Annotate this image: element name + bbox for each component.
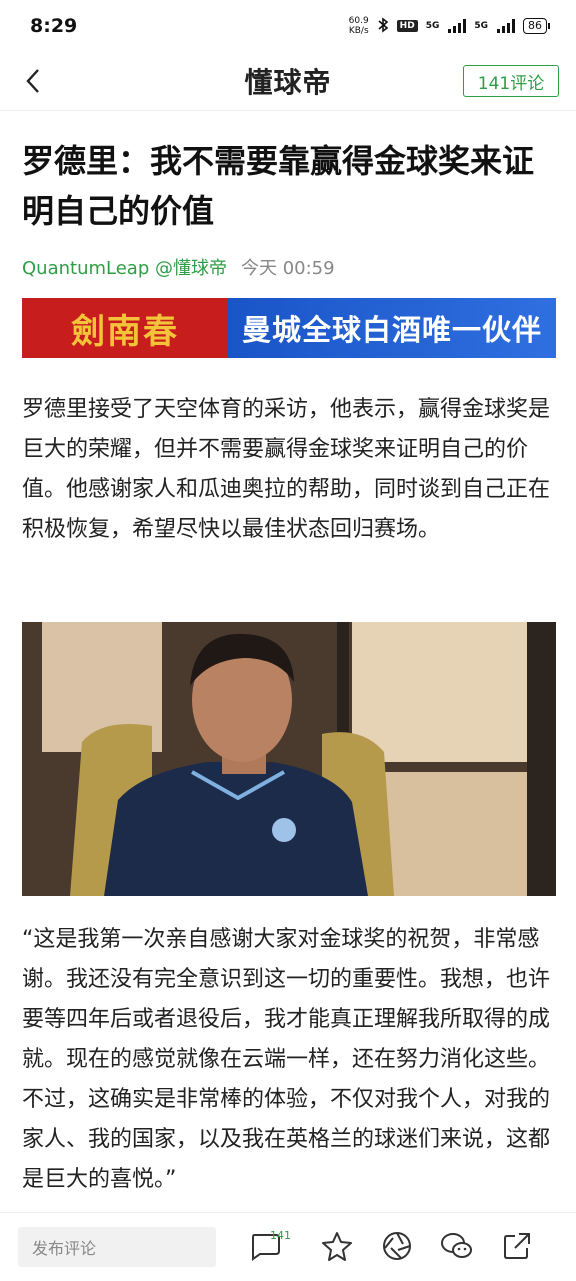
comment-count-badge: 141	[270, 1229, 291, 1242]
share-arrow-icon	[504, 1233, 530, 1259]
network-label-2: 5G	[474, 21, 488, 31]
article-paragraph: 罗德里接受了天空体育的采访，他表示，赢得金球奖是巨大的荣耀，但并不需要赢得金球奖…	[22, 397, 551, 542]
status-time: 8:29	[30, 15, 78, 37]
comment-input[interactable]: 发布评论	[18, 1227, 216, 1267]
battery-icon: 86	[523, 18, 550, 34]
article-quote-paragraph: “这是我第一次亲自感谢大家对金球奖的祝贺，非常感谢。我还没有完全意识到这一切的重…	[22, 927, 551, 1192]
ad-slogan: 曼城全球白酒唯一伙伴	[228, 298, 556, 358]
byline: QuantumLeap @懂球帝 今天 00:59	[22, 254, 335, 280]
battery-level: 86	[523, 18, 547, 34]
article-photo[interactable]	[22, 622, 556, 896]
author-link[interactable]: QuantumLeap @懂球帝	[22, 254, 227, 280]
ad-banner[interactable]: 劍南春 曼城全球白酒唯一伙伴	[22, 298, 556, 358]
signal-icon	[448, 19, 467, 33]
app-header: 懂球帝 141评论	[0, 52, 576, 111]
favorite-button[interactable]	[320, 1229, 354, 1263]
bluetooth-icon	[377, 16, 389, 36]
status-bar: 8:29 60.9 KB/s HD 5G 5G 86	[0, 0, 576, 52]
network-speed-value: 60.9	[348, 16, 369, 26]
share-button[interactable]	[500, 1229, 534, 1263]
comment-count-button[interactable]: 141评论	[463, 65, 559, 97]
star-icon	[322, 1232, 352, 1261]
share-moments-button[interactable]	[380, 1229, 414, 1263]
publish-time: 今天 00:59	[240, 258, 335, 279]
camera-aperture-icon	[383, 1232, 411, 1260]
network-label-1: 5G	[425, 21, 440, 31]
hd-badge: HD	[396, 20, 418, 32]
player-portrait-image	[22, 622, 556, 896]
share-wechat-button[interactable]	[440, 1229, 474, 1263]
ad-brand-logo: 劍南春	[22, 298, 228, 358]
signal-icon-2	[497, 19, 515, 33]
bottom-action-bar: 发布评论 141	[0, 1212, 576, 1281]
chevron-left-icon	[26, 69, 39, 93]
network-speed-unit: KB/s	[348, 26, 369, 36]
status-icons: 60.9 KB/s HD 5G 5G 86	[349, 16, 550, 36]
network-speed: 60.9 KB/s	[349, 16, 369, 36]
wechat-icon	[441, 1233, 472, 1258]
back-button[interactable]	[18, 64, 48, 98]
app-logo: 懂球帝	[244, 66, 332, 99]
article-title: 罗德里：我不需要靠赢得金球奖来证明自己的价值	[22, 142, 535, 230]
